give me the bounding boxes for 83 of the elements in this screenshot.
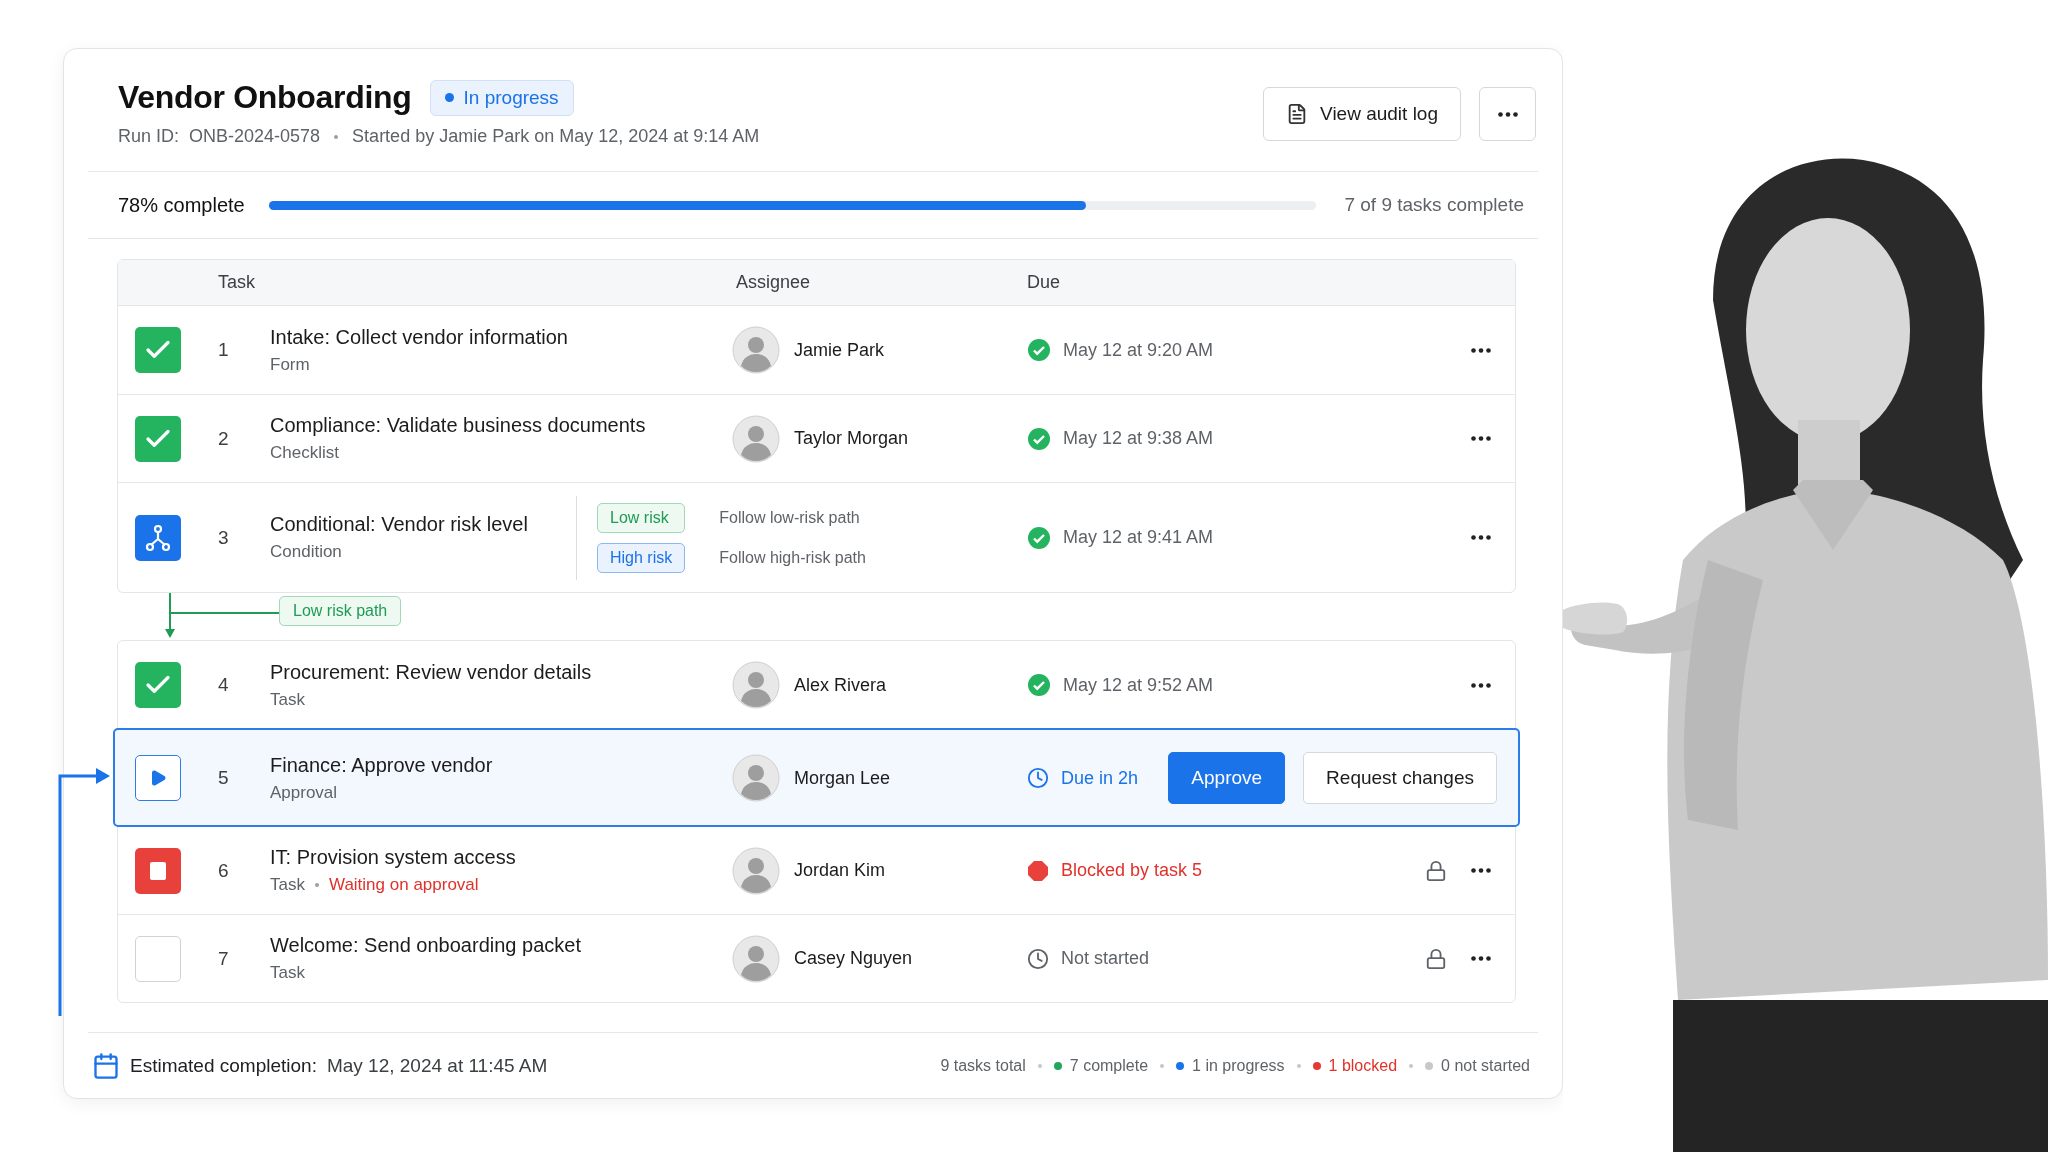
task-number: 2 — [217, 427, 230, 450]
avatar — [732, 846, 780, 895]
more-icon[interactable] — [1471, 956, 1491, 961]
task-title: Procurement: Review vendor details — [270, 660, 593, 684]
status-note: Waiting on approval — [328, 875, 479, 895]
task-row[interactable]: 7 Welcome: Send onboarding packet Task Casey Nguyen Not started — [118, 914, 1515, 1002]
due-date: May 12 at 9:38 AM — [1063, 428, 1214, 449]
column-header: Task — [217, 272, 256, 293]
due-date: May 12 at 9:41 AM — [1063, 527, 1214, 548]
branch-description: Follow high-risk path — [719, 548, 866, 567]
avatar — [732, 934, 780, 983]
view-audit-log-button[interactable]: View audit log — [1263, 87, 1461, 141]
risk-tag: Low risk — [597, 502, 686, 533]
task-type: Task — [270, 963, 305, 983]
more-icon[interactable] — [1471, 868, 1491, 873]
task-number: 3 — [217, 526, 230, 549]
assignee-name: Morgan Lee — [794, 767, 891, 789]
due-date: Not started — [1061, 948, 1150, 969]
estimate-value: May 12, 2024 at 11:45 AM — [326, 1054, 548, 1077]
stat-text: 7 complete — [1069, 1056, 1149, 1075]
task-number: 5 — [217, 767, 230, 789]
task-type: Checklist — [270, 443, 339, 463]
task-type: Approval — [270, 782, 338, 803]
task-row[interactable]: 1 Intake: Collect vendor information Form Jamie Park May 12 at 9:20 AM — [118, 306, 1515, 394]
more-icon[interactable] — [1471, 682, 1491, 688]
task-number: 6 — [217, 859, 230, 882]
task-title: Compliance: Validate business documents — [270, 414, 647, 437]
task-row[interactable]: 3 Conditional: Vendor risk level Condition Low risk Follow low-risk path High risk Follow high-risk path May 12 at 9:41 AM — [118, 482, 1515, 592]
due-date: May 12 at 9:20 AM — [1063, 339, 1214, 361]
stat-text: 0 not started — [1441, 1056, 1530, 1075]
due-date: Due in 2h — [1061, 767, 1139, 789]
path-label: Low risk path — [279, 595, 402, 626]
task-row[interactable]: 6 IT: Provision system access Task Waiting on approval Jordan Kim Blocked by task 5 — [118, 826, 1515, 914]
progress-summary: 7 of 9 tasks complete — [1344, 194, 1524, 216]
stat-text: 1 in progress — [1192, 1056, 1285, 1075]
selected-task-row[interactable]: 5 Finance: Approve vendor Approval Morgan Lee Due in 2h Approve Request changes — [114, 729, 1519, 826]
more-icon — [1497, 111, 1518, 117]
more-icon[interactable] — [1471, 347, 1491, 353]
estimate-label: Estimated completion: — [130, 1054, 317, 1077]
due-date: Blocked by task 5 — [1061, 860, 1203, 881]
more-icon[interactable] — [1471, 436, 1491, 441]
task-row[interactable]: 4 Procurement: Review vendor details Task Alex Rivera May 12 at 9:52 AM — [118, 641, 1515, 729]
task-title: Welcome: Send onboarding packet — [270, 934, 582, 957]
avatar — [732, 754, 780, 802]
task-title: Finance: Approve vendor — [270, 753, 494, 777]
branch-description: Follow low-risk path — [719, 508, 861, 527]
task-title: Intake: Collect vendor information — [270, 325, 569, 349]
workflow-title: Vendor Onboarding — [118, 79, 412, 116]
play-icon — [149, 769, 167, 787]
avatar — [732, 326, 780, 374]
assignee-name: Jamie Park — [794, 339, 885, 361]
progress-label: 78% complete — [118, 193, 245, 217]
task-row[interactable]: 2 Compliance: Validate business documents Checklist Taylor Morgan May 12 at 9:38 AM — [118, 394, 1515, 482]
assignee-name: Casey Nguyen — [794, 948, 913, 969]
assignee-name: Taylor Morgan — [794, 428, 909, 449]
task-type: Form — [270, 354, 310, 375]
more-icon[interactable] — [1471, 535, 1491, 540]
task-type: Condition — [270, 542, 343, 562]
task-title: IT: Provision system access — [270, 846, 517, 869]
task-type: Task — [270, 875, 305, 895]
column-header: Assignee — [735, 272, 812, 293]
stop-icon — [150, 861, 166, 880]
risk-tag: High risk — [597, 542, 686, 573]
avatar — [732, 414, 780, 463]
due-date: May 12 at 9:52 AM — [1063, 674, 1214, 696]
stat-text: 1 blocked — [1328, 1056, 1398, 1075]
calendar-icon — [92, 1051, 120, 1080]
task-number: 1 — [217, 339, 230, 361]
branch-icon — [145, 523, 171, 552]
column-header: Due — [1027, 272, 1062, 293]
assignee-name: Alex Rivera — [794, 674, 887, 696]
assignee-name: Jordan Kim — [794, 860, 886, 881]
task-title: Conditional: Vendor risk level — [270, 513, 529, 536]
task-number: 4 — [217, 674, 230, 696]
started-by-text: Started by Jamie Park on May 12, 2024 at 9:14 AM — [352, 126, 760, 147]
avatar — [732, 661, 780, 709]
status-badge: In progress — [429, 79, 574, 116]
run-id: Run ID: ONB-2024-0578 — [118, 126, 321, 147]
task-type: Task — [270, 689, 305, 710]
approve-button[interactable]: Approve — [1168, 752, 1286, 804]
request-changes-button[interactable]: Request changes — [1303, 752, 1497, 804]
task-number: 7 — [217, 947, 230, 970]
stat-text: 9 tasks total — [940, 1056, 1026, 1075]
